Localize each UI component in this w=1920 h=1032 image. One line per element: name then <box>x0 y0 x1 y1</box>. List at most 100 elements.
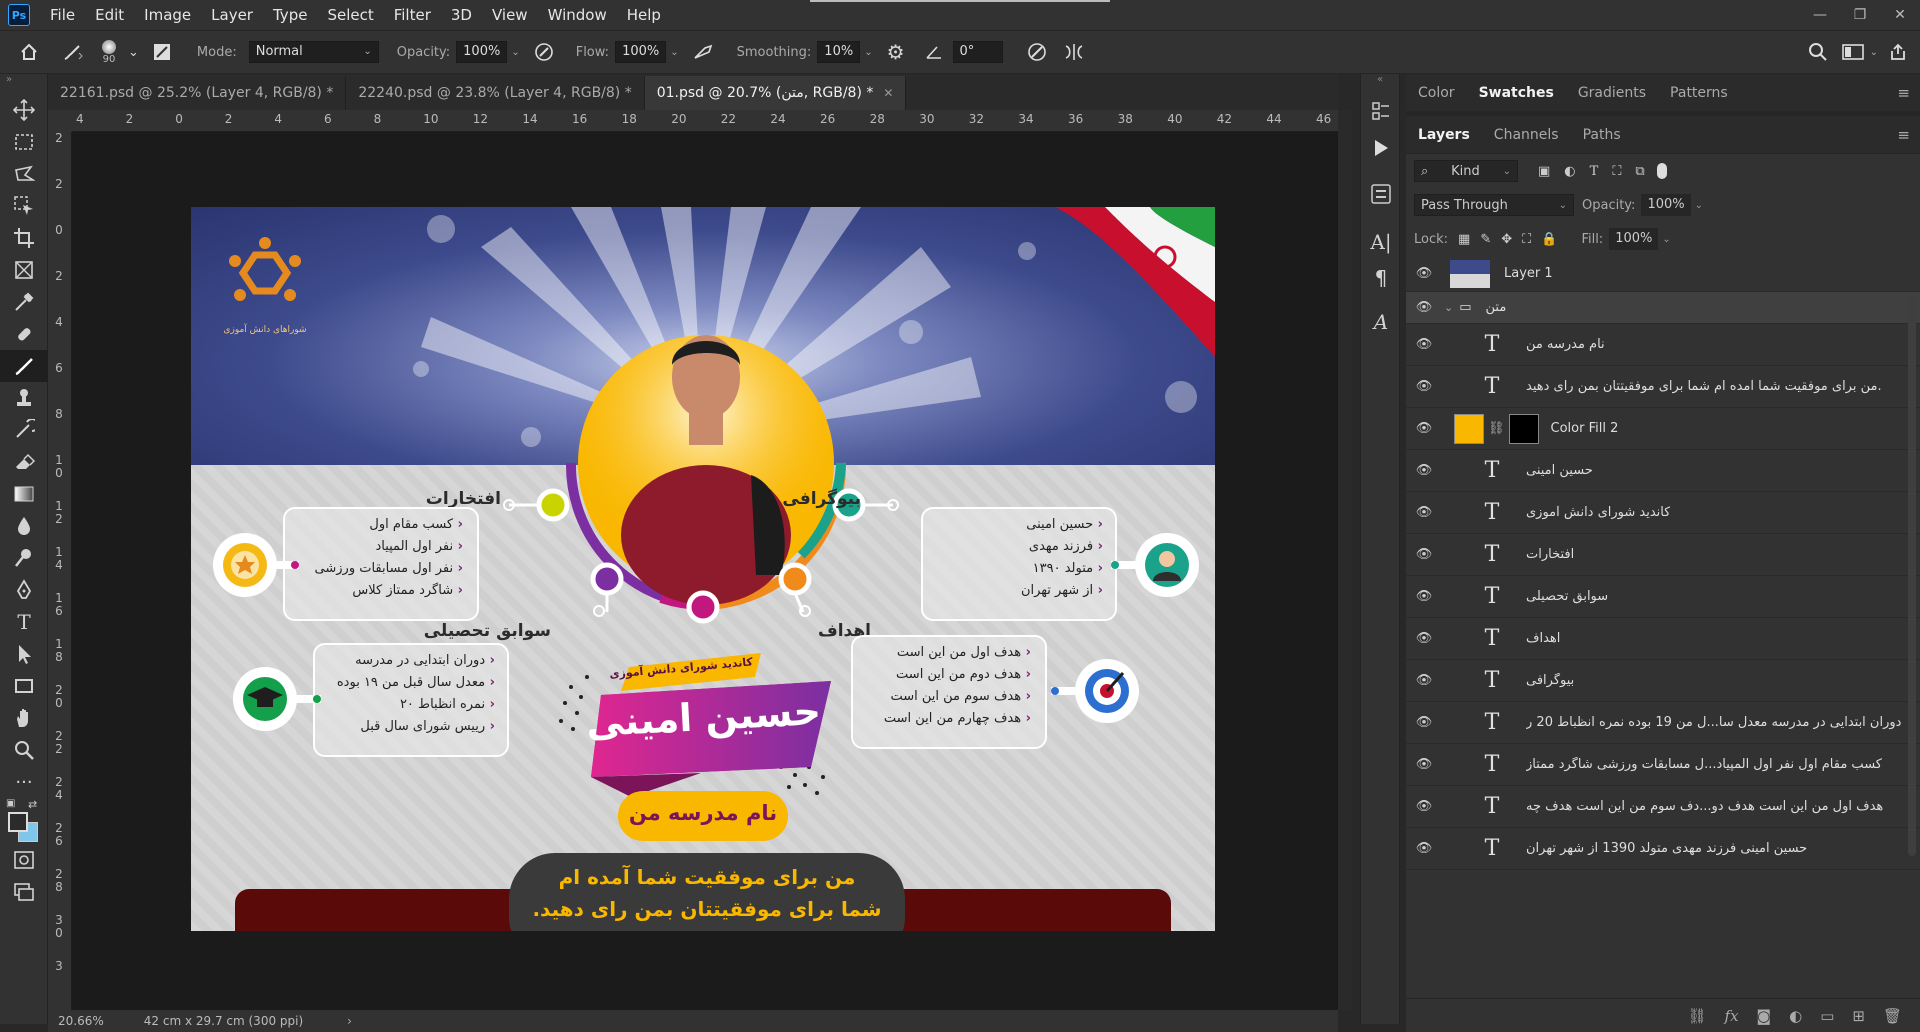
foreground-color-swatch[interactable] <box>8 812 28 832</box>
visibility-eye-icon[interactable]: 👁 <box>1406 715 1442 730</box>
fill-value[interactable]: 100% <box>1609 228 1659 250</box>
brush-settings-icon[interactable] <box>153 43 171 61</box>
add-mask-icon[interactable]: ◙ <box>1757 1007 1772 1025</box>
home-icon[interactable] <box>20 43 38 61</box>
visibility-eye-icon[interactable]: 👁 <box>1406 463 1442 478</box>
zoom-tool-icon[interactable] <box>0 734 48 766</box>
chevron-right-icon[interactable]: › <box>347 1014 352 1028</box>
type-filter-icon[interactable]: T <box>1590 164 1599 179</box>
visibility-eye-icon[interactable]: 👁 <box>1406 337 1442 352</box>
menu-file[interactable]: File <box>40 0 85 30</box>
brush-size-caret[interactable]: ⌄ <box>128 45 139 60</box>
visibility-eye-icon[interactable]: 👁 <box>1406 300 1442 315</box>
default-colors-icon[interactable]: ▣ <box>6 798 15 809</box>
menu-help[interactable]: Help <box>617 0 671 30</box>
visibility-eye-icon[interactable]: 👁 <box>1406 841 1442 856</box>
layer-group-row[interactable]: 👁 ⌄ ▭ متن <box>1406 292 1920 324</box>
tab-patterns[interactable]: Patterns <box>1658 74 1740 112</box>
zoom-level[interactable]: 20.66% <box>58 1014 104 1028</box>
minimize-button[interactable]: — <box>1800 0 1840 30</box>
link-icon[interactable]: ⛓ <box>1488 421 1505 436</box>
symmetry-icon[interactable] <box>1063 42 1085 62</box>
filter-toggle-icon[interactable] <box>1656 163 1667 179</box>
layer-row[interactable]: 👁 T حسین امینی <box>1406 450 1920 492</box>
close-tab-icon[interactable]: ✕ <box>883 86 893 100</box>
gear-icon[interactable]: ⚙ <box>887 40 905 64</box>
adjustment-filter-icon[interactable]: ◐ <box>1564 164 1575 179</box>
paragraph-panel-icon[interactable]: ¶ <box>1361 260 1401 296</box>
more-tools-icon[interactable]: ··· <box>0 766 48 798</box>
layer-row[interactable]: 👁 T بیوگرافی <box>1406 660 1920 702</box>
layer-row[interactable]: 👁 ⛓ Color Fill 2 <box>1406 408 1920 450</box>
chevron-down-icon[interactable]: ⌄ <box>1444 301 1453 314</box>
layer-row[interactable]: 👁 T سوابق تحصیلی <box>1406 576 1920 618</box>
smoothing-field[interactable]: 10% ⌄ <box>811 41 873 63</box>
smart-object-filter-icon[interactable]: ⧉ <box>1635 164 1644 179</box>
chevron-down-icon[interactable]: ⌄ <box>1695 200 1703 211</box>
crop-tool-icon[interactable] <box>0 222 48 254</box>
horizontal-ruler[interactable]: 4 2 0 2 4 6 8 10 12 14 16 18 20 22 24 26 28 30 32 34 36 38 40 4… <box>72 110 1338 132</box>
workspace-icon[interactable] <box>1841 43 1864 61</box>
layer-row[interactable]: 👁 Layer 1 <box>1406 256 1920 292</box>
menu-view[interactable]: View <box>482 0 538 30</box>
menu-type[interactable]: Type <box>263 0 317 30</box>
pen-tool-icon[interactable] <box>0 574 48 606</box>
rectangle-tool-icon[interactable] <box>0 670 48 702</box>
layer-row[interactable]: 👁 T هدف اول من این است هدف دو...دف سوم م… <box>1406 786 1920 828</box>
angle-field[interactable]: 0° <box>947 41 1003 63</box>
tab-layers[interactable]: Layers <box>1406 116 1482 154</box>
move-tool-icon[interactable] <box>0 94 48 126</box>
search-icon[interactable] <box>1808 42 1828 62</box>
chevron-down-icon[interactable]: ⌄ <box>1870 47 1878 58</box>
menu-3d[interactable]: 3D <box>441 0 482 30</box>
visibility-eye-icon[interactable]: 👁 <box>1406 673 1442 688</box>
layer-opacity-value[interactable]: 100% <box>1641 194 1691 216</box>
tab-swatches[interactable]: Swatches <box>1467 74 1566 112</box>
swap-colors-icon[interactable]: ⇄ <box>28 798 37 811</box>
tab-gradients[interactable]: Gradients <box>1566 74 1658 112</box>
lock-pixels-icon[interactable]: ✎ <box>1480 232 1491 247</box>
character-panel-icon[interactable]: A| <box>1361 224 1401 260</box>
menu-select[interactable]: Select <box>317 0 383 30</box>
shape-filter-icon[interactable]: ⛶ <box>1612 164 1621 179</box>
visibility-eye-icon[interactable]: 👁 <box>1406 589 1442 604</box>
menu-edit[interactable]: Edit <box>85 0 134 30</box>
brush-size-picker[interactable]: 90 <box>102 39 116 65</box>
ruler-corner[interactable] <box>48 110 72 132</box>
visibility-eye-icon[interactable]: 👁 <box>1406 631 1442 646</box>
screen-mode-icon[interactable] <box>0 876 48 908</box>
vertical-ruler[interactable]: 2 2 0 2 4 6 8 1 0 1 2 1 4 1 6 1 8 2 0 2 2 2 4 2 6 2 8 3 0… <box>48 132 72 1010</box>
tab-22161[interactable]: 22161.psd @ 25.2% (Layer 4, RGB/8) * <box>48 76 347 110</box>
lock-transparent-icon[interactable]: ▦ <box>1458 232 1470 247</box>
eraser-tool-icon[interactable] <box>0 446 48 478</box>
tab-paths[interactable]: Paths <box>1571 116 1633 154</box>
brush-tool-preset-icon[interactable] <box>62 43 84 61</box>
blend-mode-select[interactable]: Pass Through ⌄ <box>1414 194 1574 216</box>
dodge-tool-icon[interactable] <box>0 542 48 574</box>
type-tool-icon[interactable]: T <box>0 606 48 638</box>
visibility-eye-icon[interactable]: 👁 <box>1406 421 1442 436</box>
layer-row[interactable]: 👁 T کسب مقام اول نفر اول المپیاد...ل مسا… <box>1406 744 1920 786</box>
blur-tool-icon[interactable] <box>0 510 48 542</box>
document-artwork[interactable]: شوراهای دانش آموزی افتخارات ‹ کسب مقام ا… <box>191 207 1215 931</box>
mask-thumbnail[interactable] <box>1508 413 1539 444</box>
menu-image[interactable]: Image <box>134 0 201 30</box>
new-layer-icon[interactable]: ⊞ <box>1852 1007 1865 1025</box>
tab-color[interactable]: Color <box>1406 74 1467 112</box>
tab-22240[interactable]: 22240.psd @ 23.8% (Layer 4, RGB/8) * <box>346 76 645 110</box>
trash-icon[interactable]: 🗑 <box>1883 1007 1902 1025</box>
menu-filter[interactable]: Filter <box>384 0 441 30</box>
lock-all-icon[interactable]: 🔒 <box>1541 232 1557 247</box>
layer-row[interactable]: 👁 T افتخارات <box>1406 534 1920 576</box>
healing-brush-tool-icon[interactable] <box>0 318 48 350</box>
hand-tool-icon[interactable] <box>0 702 48 734</box>
new-group-icon[interactable]: ▭ <box>1820 1007 1834 1025</box>
flow-value[interactable]: 100% <box>615 41 667 63</box>
pressure-opacity-icon[interactable] <box>534 42 554 62</box>
opacity-field[interactable]: 100% ⌄ <box>450 41 520 63</box>
quick-mask-icon[interactable] <box>0 844 48 876</box>
menu-layer[interactable]: Layer <box>201 0 263 30</box>
glyphs-panel-icon[interactable]: A <box>1361 304 1401 340</box>
visibility-eye-icon[interactable]: 👁 <box>1406 505 1442 520</box>
layer-row[interactable]: 👁 T من برای موفقیت شما آمده ام شما برای … <box>1406 366 1920 408</box>
